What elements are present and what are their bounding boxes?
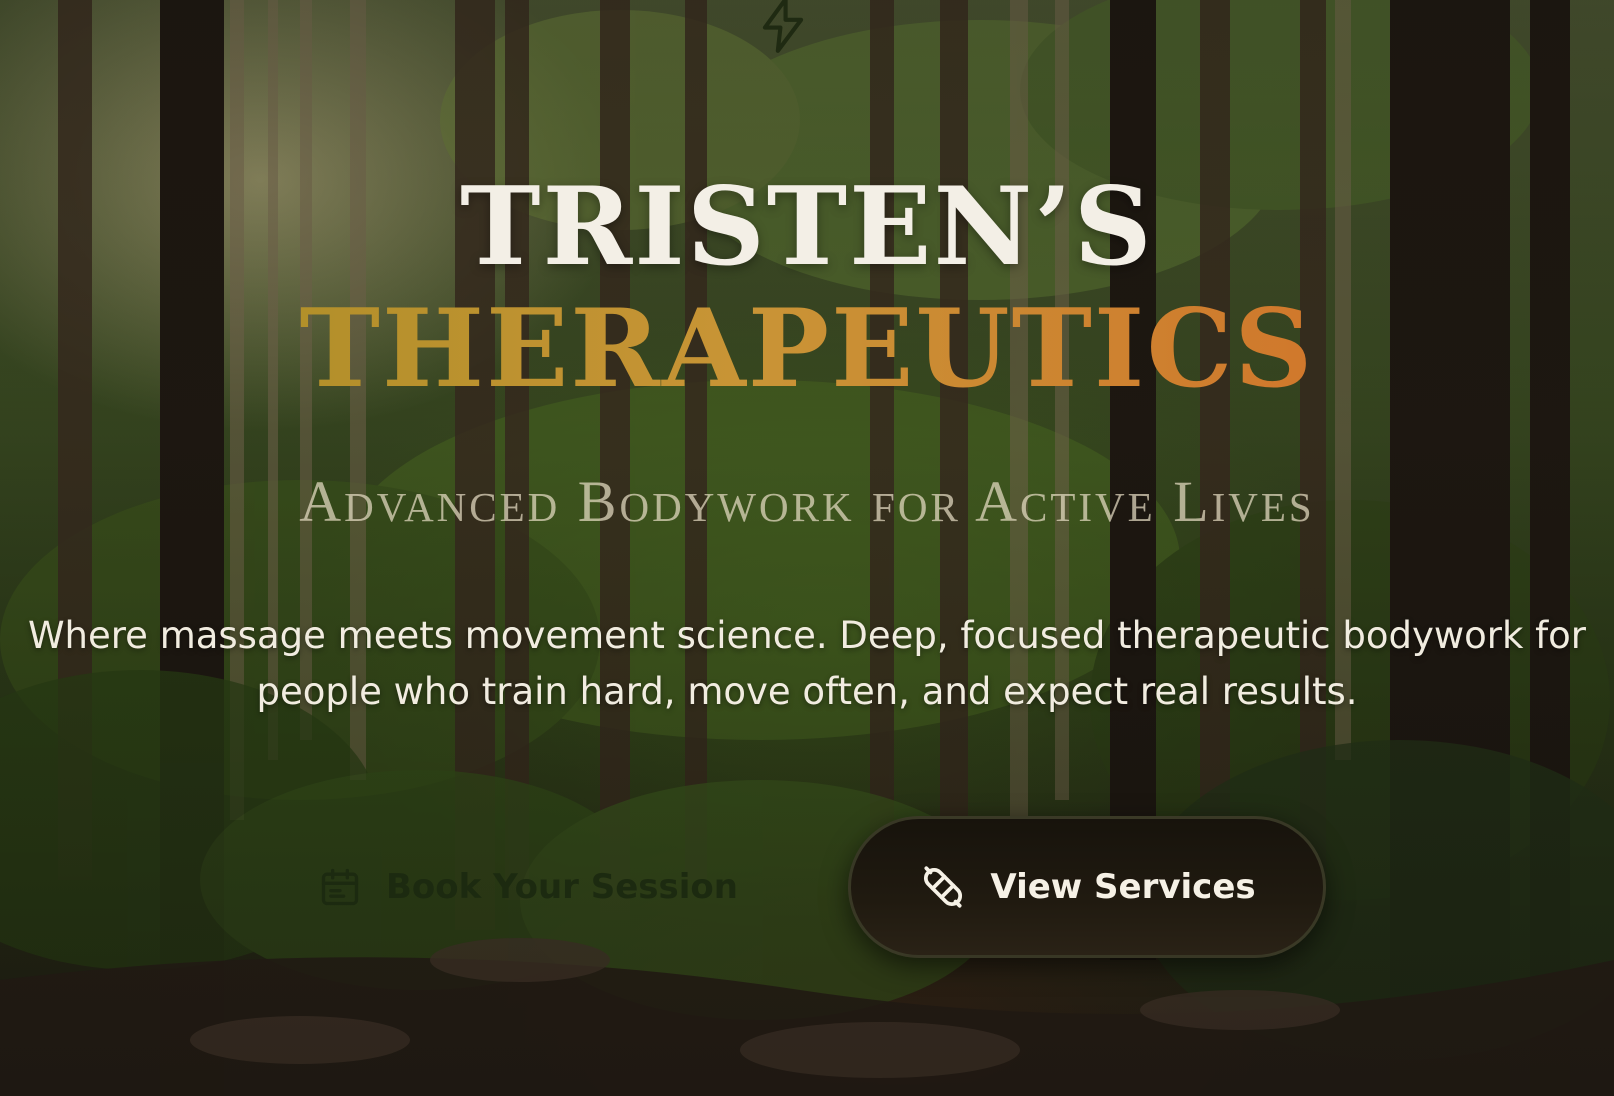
hero-section: TRISTEN’S THERAPEUTICS Advanced Bodywork… [0,0,1614,1096]
view-services-button[interactable]: View Services [848,816,1326,958]
brand-title-line2-text: THERAPEUTICS [299,286,1315,412]
bandage-icon [924,866,963,908]
book-session-button[interactable]: Book Your Session [318,852,738,922]
brand-title-line1: TRISTEN’S [460,164,1154,290]
hero-tagline: Advanced Bodywork for Active Lives [299,469,1315,534]
hero-description: Where massage meets movement science. De… [27,614,1587,713]
calendar-icon [321,868,359,906]
view-services-label: View Services [990,867,1256,907]
bolt-icon [762,0,804,53]
brand-title-line2: THERAPEUTICS [0,290,1614,409]
hero-content: TRISTEN’S THERAPEUTICS Advanced Bodywork… [0,0,1614,1096]
book-session-label: Book Your Session [386,867,738,907]
